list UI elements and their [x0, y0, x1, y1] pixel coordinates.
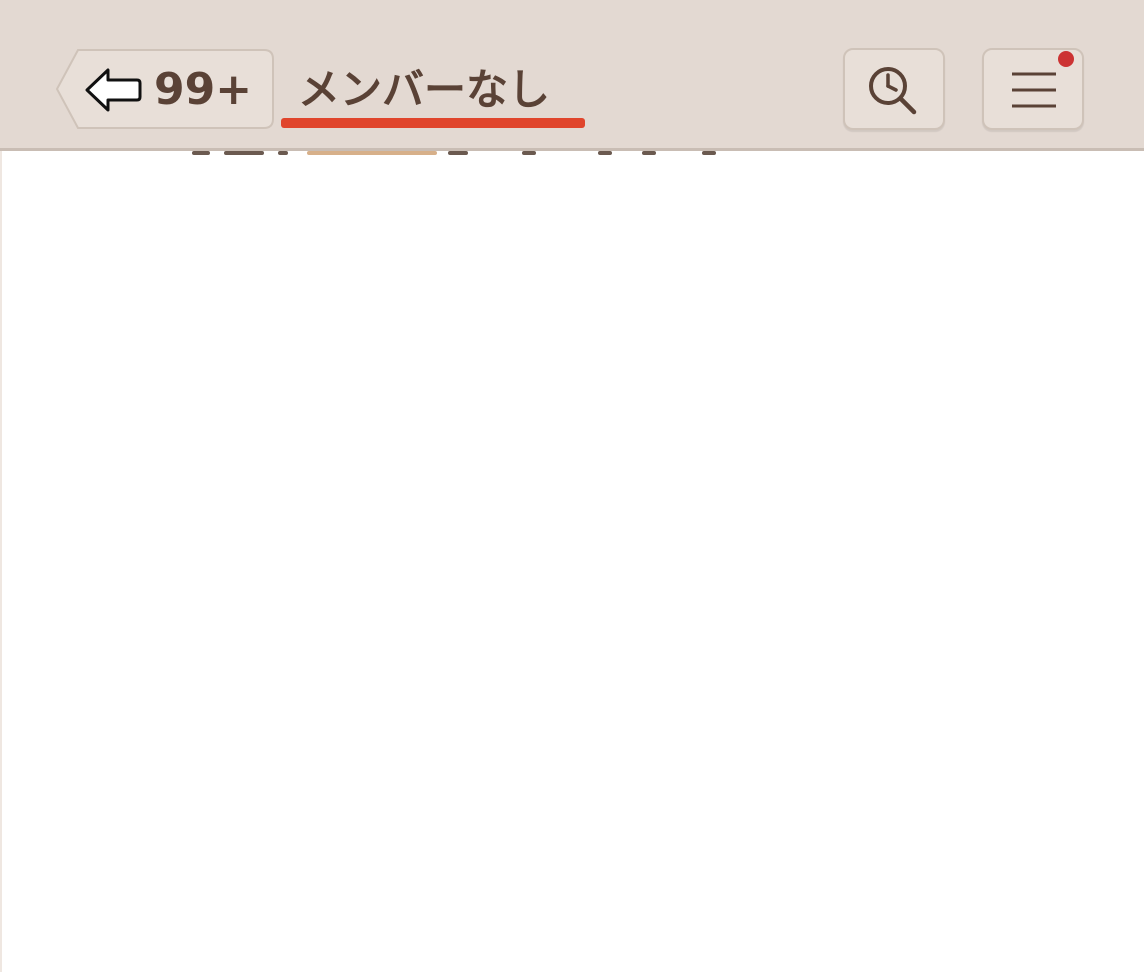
- clock-search-icon: [869, 67, 917, 115]
- back-button[interactable]: 99+: [56, 49, 274, 129]
- content-peek: [522, 151, 536, 155]
- arrow-left-outline-icon: [85, 68, 142, 112]
- content-peek: [307, 151, 437, 155]
- content-peek: [642, 151, 656, 155]
- top-bar: 99+ メンバーなし: [0, 0, 1144, 151]
- notification-dot: [1058, 51, 1074, 67]
- content-peek: [192, 151, 210, 155]
- content-peek: [448, 151, 468, 155]
- title-underline: [281, 118, 585, 128]
- history-search-button[interactable]: [843, 48, 945, 130]
- content-peek: [702, 151, 716, 155]
- back-count: 99+: [154, 64, 253, 115]
- content-area: [0, 151, 1144, 972]
- hamburger-menu-icon: [1012, 72, 1056, 108]
- content-peek: [598, 151, 612, 155]
- page-title: メンバーなし: [298, 65, 551, 114]
- content-peek: [278, 151, 288, 155]
- content-peek: [224, 151, 264, 155]
